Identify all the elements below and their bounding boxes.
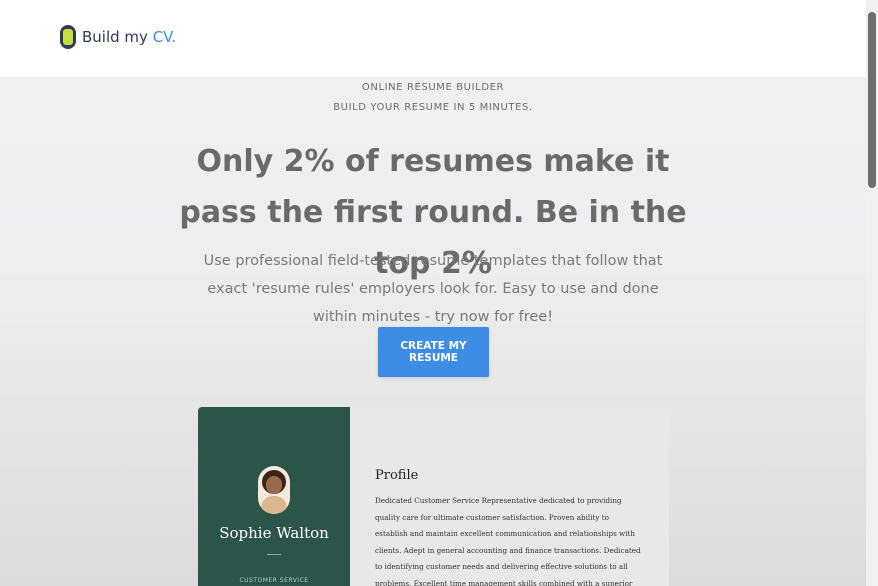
hero-kicker-1: ONLINE RESUME BUILDER — [361, 82, 505, 93]
logo-text-accent: CV. — [152, 28, 177, 46]
profile-section-title: Profile — [375, 468, 419, 483]
scrollbar-thumb[interactable] — [868, 12, 876, 188]
sidebar-divider — [267, 554, 281, 555]
resume-sidebar: Sophie Walton CUSTOMER SERVICE — [198, 407, 350, 586]
profile-text: Dedicated Customer Service Representativ… — [375, 496, 641, 586]
create-resume-button[interactable]: CREATE MY RESUME — [378, 327, 489, 377]
resume-person-role: CUSTOMER SERVICE — [239, 577, 309, 584]
resume-preview: Sophie Walton CUSTOMER SERVICE Profile D… — [198, 407, 669, 586]
site-header: Build my CV. — [0, 0, 866, 77]
logo-link[interactable]: Build my CV. — [60, 25, 176, 49]
cv-logo-icon — [60, 25, 76, 49]
logo-text-main: Build my — [82, 28, 148, 46]
hero-kicker-2: BUILD YOUR RESUME IN 5 MINUTES. — [333, 102, 533, 113]
scrollbar[interactable] — [866, 0, 878, 586]
hero-subtext: Use professional field-tested resume tem… — [203, 253, 663, 325]
resume-person-name: Sophie Walton — [219, 524, 329, 542]
logo-text: Build my CV. — [82, 28, 176, 46]
avatar — [258, 466, 290, 514]
